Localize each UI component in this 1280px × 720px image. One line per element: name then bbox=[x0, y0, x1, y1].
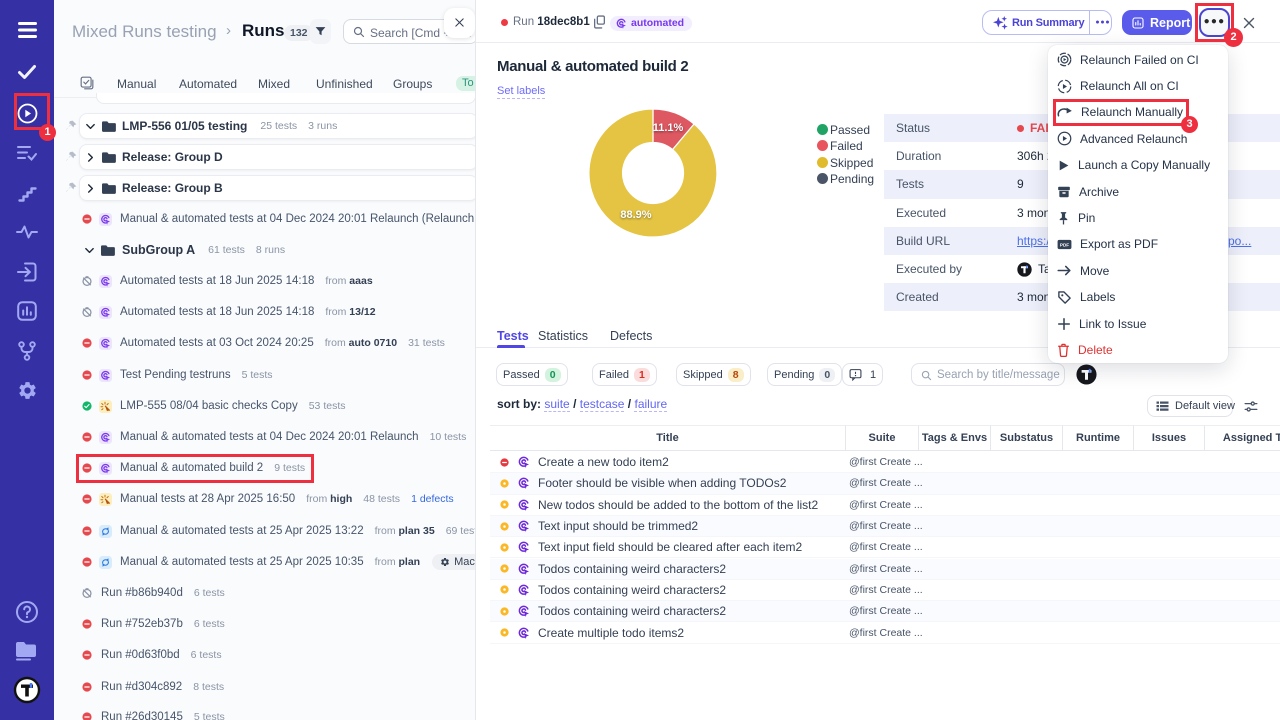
svg-text:PDF: PDF bbox=[1060, 243, 1069, 248]
svg-text:11.1%: 11.1% bbox=[653, 122, 684, 134]
svg-text:88.9%: 88.9% bbox=[620, 209, 651, 221]
